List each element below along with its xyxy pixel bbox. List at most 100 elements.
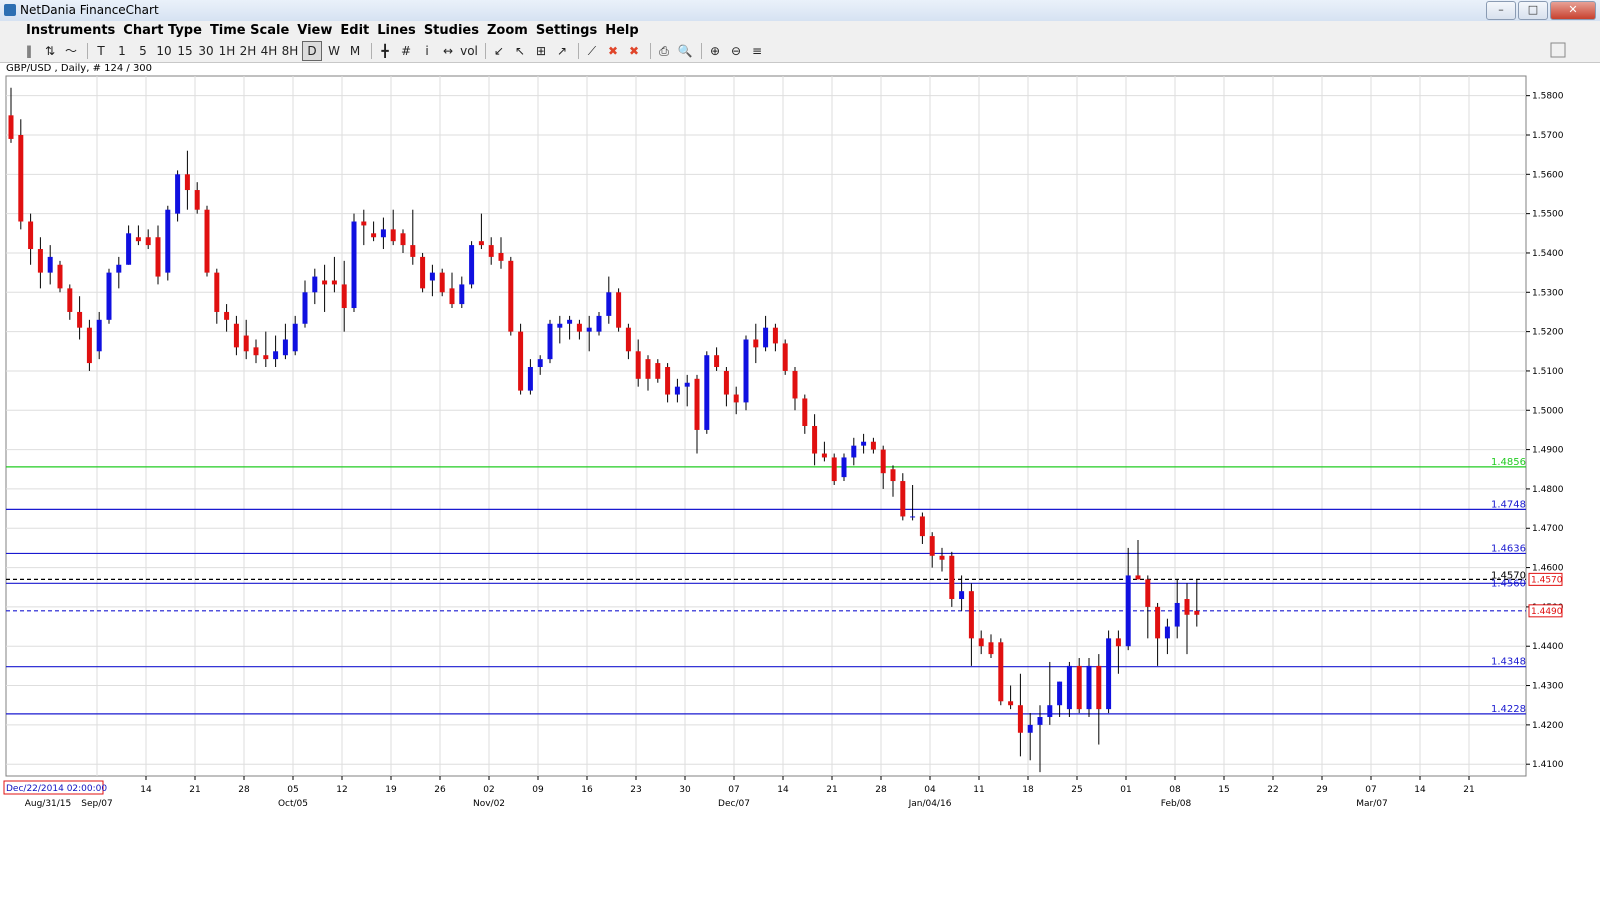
candle-body[interactable] (28, 221, 34, 250)
candle-body[interactable] (1076, 665, 1082, 710)
candle-body[interactable] (1174, 602, 1180, 627)
candle-body[interactable] (47, 256, 53, 273)
candle-body[interactable] (802, 398, 808, 426)
candle-body[interactable] (870, 441, 876, 450)
candle-body[interactable] (645, 359, 651, 379)
candle-body[interactable] (331, 280, 337, 285)
candle-body[interactable] (214, 272, 220, 312)
candle-body[interactable] (312, 276, 318, 293)
candle-body[interactable] (743, 339, 749, 403)
candle-body[interactable] (1194, 610, 1200, 615)
candle-body[interactable] (694, 378, 700, 430)
candle-body[interactable] (763, 327, 769, 348)
candle-body[interactable] (1047, 705, 1053, 718)
candle-body[interactable] (361, 221, 367, 226)
candle-body[interactable] (929, 536, 935, 556)
candle-body[interactable] (1017, 705, 1023, 733)
candle-body[interactable] (596, 315, 602, 332)
candle-body[interactable] (459, 284, 465, 305)
candle-body[interactable] (292, 323, 298, 352)
candle-body[interactable] (704, 355, 710, 430)
candle-body[interactable] (978, 638, 984, 647)
candle-body[interactable] (302, 292, 308, 324)
candle-body[interactable] (812, 426, 818, 454)
candle-body[interactable] (753, 339, 759, 348)
candle-body[interactable] (351, 221, 357, 309)
candle-body[interactable] (67, 288, 73, 312)
candle-body[interactable] (1155, 606, 1161, 639)
candle-body[interactable] (449, 288, 455, 305)
candle-body[interactable] (998, 642, 1004, 702)
candle-body[interactable] (204, 209, 210, 273)
candle-body[interactable] (233, 323, 239, 348)
candle-body[interactable] (733, 394, 739, 403)
candle-body[interactable] (253, 347, 259, 356)
candle-body[interactable] (665, 367, 671, 395)
candle-body[interactable] (155, 237, 161, 277)
candle-body[interactable] (420, 256, 426, 289)
candle-body[interactable] (488, 245, 494, 257)
candle-body[interactable] (684, 382, 690, 387)
candle-body[interactable] (831, 457, 837, 482)
candle-body[interactable] (1037, 717, 1043, 725)
candle-body[interactable] (900, 481, 906, 517)
candle-body[interactable] (273, 351, 279, 360)
candle-body[interactable] (586, 327, 592, 332)
candle-body[interactable] (37, 249, 43, 273)
candle-body[interactable] (988, 642, 994, 655)
candle-body[interactable] (567, 319, 573, 324)
candle-body[interactable] (57, 264, 63, 289)
candle-body[interactable] (175, 174, 181, 214)
candle-body[interactable] (1184, 599, 1190, 615)
candle-body[interactable] (782, 343, 788, 371)
candle-body[interactable] (1135, 575, 1141, 580)
candle-body[interactable] (106, 272, 112, 320)
candle-body[interactable] (714, 355, 720, 368)
candle-body[interactable] (1066, 665, 1072, 710)
candle-body[interactable] (243, 335, 249, 352)
candle-body[interactable] (1115, 638, 1121, 647)
panel-toggle-icon[interactable] (1550, 42, 1566, 58)
candle-body[interactable] (1057, 681, 1063, 706)
candle-body[interactable] (1086, 665, 1092, 710)
candle-body[interactable] (880, 449, 886, 474)
candle-body[interactable] (8, 115, 14, 139)
candle-body[interactable] (674, 386, 680, 395)
candle-body[interactable] (1008, 701, 1014, 706)
candle-body[interactable] (910, 516, 916, 518)
candle-body[interactable] (518, 331, 524, 391)
candle-body[interactable] (1164, 626, 1170, 639)
candle-body[interactable] (851, 445, 857, 458)
candle-body[interactable] (547, 323, 553, 360)
candle-body[interactable] (635, 351, 641, 379)
candle-body[interactable] (949, 555, 955, 600)
candle-body[interactable] (165, 209, 171, 273)
candle-body[interactable] (1106, 638, 1112, 710)
candle-body[interactable] (322, 280, 328, 285)
candle-body[interactable] (821, 453, 827, 458)
candle-body[interactable] (890, 469, 896, 482)
candle-body[interactable] (86, 327, 92, 364)
candle-body[interactable] (557, 323, 563, 328)
candle-body[interactable] (116, 264, 122, 273)
candle-body[interactable] (439, 272, 445, 293)
candle-body[interactable] (508, 260, 514, 332)
candle-body[interactable] (469, 245, 475, 285)
candle-body[interactable] (1125, 575, 1131, 647)
candle-body[interactable] (968, 591, 974, 639)
candle-body[interactable] (126, 233, 132, 265)
candle-body[interactable] (429, 272, 435, 281)
candle-body[interactable] (1096, 665, 1102, 710)
candle-body[interactable] (625, 327, 631, 352)
candle-body[interactable] (616, 292, 622, 328)
candle-body[interactable] (841, 457, 847, 478)
candle-body[interactable] (263, 355, 269, 360)
candle-body[interactable] (77, 311, 83, 328)
candle-body[interactable] (655, 363, 661, 379)
candle-body[interactable] (194, 190, 200, 210)
candle-body[interactable] (184, 174, 190, 191)
candle-body[interactable] (282, 339, 288, 356)
candle-body[interactable] (380, 229, 386, 238)
candle-body[interactable] (861, 441, 867, 446)
candle-body[interactable] (537, 359, 543, 368)
